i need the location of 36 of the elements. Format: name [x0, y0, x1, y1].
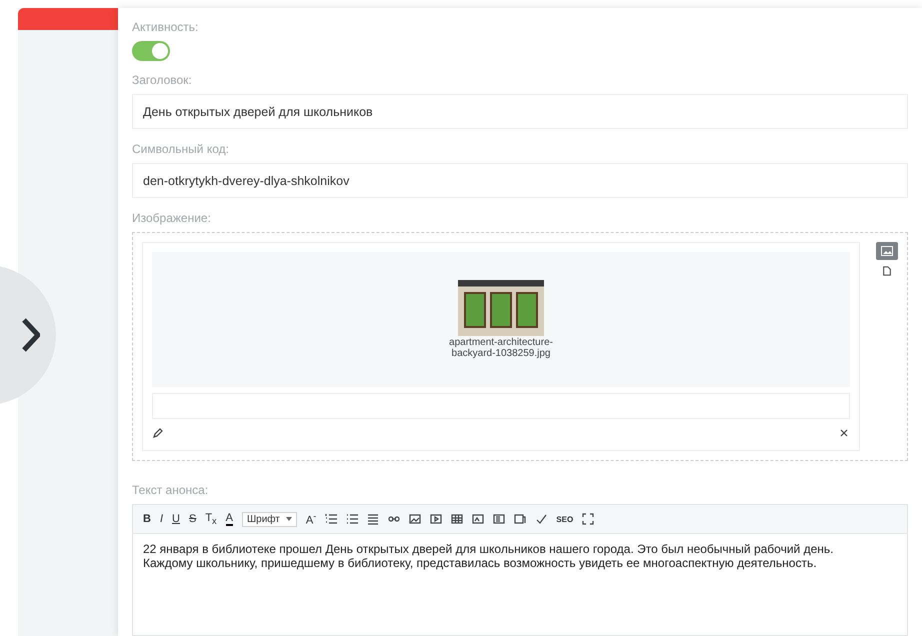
media-icon[interactable] [493, 513, 506, 525]
format-button[interactable]: S [188, 513, 196, 525]
image-icon [881, 246, 893, 256]
format-button[interactable]: T$_{x}$ [205, 512, 217, 526]
field-label: Заголовок: [132, 73, 193, 87]
align-icon[interactable] [367, 513, 380, 525]
close-icon[interactable] [838, 427, 850, 439]
file-icon[interactable] [882, 265, 892, 277]
field-label: Текст анонса: [132, 483, 210, 497]
activity-switch[interactable] [132, 41, 170, 61]
video-icon[interactable] [430, 513, 442, 525]
check-icon[interactable] [535, 513, 548, 525]
image-icon[interactable] [409, 513, 422, 525]
format-button[interactable]: I [160, 513, 164, 525]
bullet-list-icon[interactable] [346, 513, 358, 525]
table-icon[interactable] [451, 513, 464, 525]
seo-button[interactable]: SEO [556, 514, 574, 524]
field-label: Активность: [132, 20, 200, 34]
format-button[interactable]: B [143, 513, 151, 525]
fullscreen-icon[interactable] [582, 513, 594, 525]
image-mode-button[interactable] [876, 242, 898, 260]
format-button[interactable]: U [172, 513, 180, 525]
field-label: Изображение: [132, 211, 212, 225]
numbered-list-icon[interactable] [325, 513, 338, 525]
pencil-icon[interactable] [152, 427, 164, 439]
image-dropzone[interactable]: apartment-architecture-backyard-1038259.jpg [132, 232, 908, 461]
file-name: apartment-architecture-backyard-1038259.jpg [448, 337, 554, 359]
chevron-right-icon [22, 318, 40, 352]
image-icon[interactable] [472, 513, 484, 525]
font-select[interactable]: Шрифт [242, 512, 297, 526]
font-size-button[interactable]: A$^{-}$ [306, 511, 316, 527]
caret-icon [286, 517, 292, 521]
font-color-button[interactable]: A [226, 512, 233, 526]
title-input[interactable]: День открытых дверей для школьников [132, 94, 908, 129]
code-input[interactable]: den-otkrytykh-dverey-dlya-shkolnikov [132, 163, 908, 198]
field-label: Символьный код: [132, 142, 230, 156]
